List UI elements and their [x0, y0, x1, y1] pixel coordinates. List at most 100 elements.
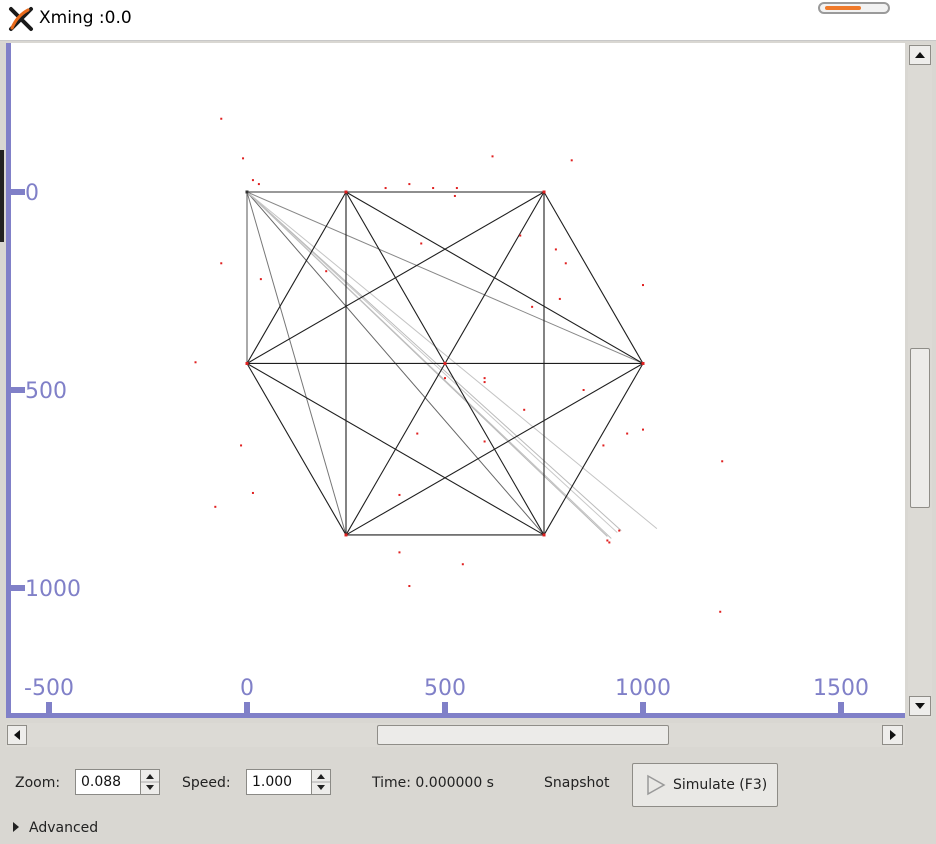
scroll-up-button[interactable]	[909, 45, 931, 65]
speed-stepper-arrows[interactable]	[311, 770, 330, 794]
graph-node	[542, 533, 546, 537]
data-point	[582, 389, 585, 391]
arrow-down-icon	[915, 703, 925, 709]
data-point	[220, 117, 223, 120]
play-icon	[647, 774, 666, 796]
speed-value[interactable]: 1.000	[252, 774, 292, 790]
title-bar: Xming :0.0	[0, 0, 936, 41]
data-point	[558, 297, 561, 300]
x-axis-line	[6, 713, 905, 718]
vertical-scrollbar[interactable]	[908, 44, 932, 718]
data-point	[398, 551, 401, 554]
x-tick-mark	[442, 702, 448, 714]
graph-edge	[246, 191, 347, 364]
zoom-value[interactable]: 0.088	[81, 774, 121, 790]
data-point	[240, 444, 243, 447]
vertical-scroll-thumb[interactable]	[910, 348, 930, 508]
graph-node	[245, 361, 249, 365]
x-tick-mark	[838, 702, 844, 714]
graph-node	[344, 190, 348, 194]
x-tick-label: -500	[24, 676, 74, 701]
expander-arrow-icon	[13, 822, 19, 832]
control-panel: Zoom: 0.088 Speed: 1.000 Time: 0.000000 …	[0, 760, 936, 844]
data-point	[420, 242, 423, 245]
snapshot-button[interactable]: Snapshot	[544, 775, 609, 791]
window-title: Xming :0.0	[39, 8, 132, 28]
y-tick-mark	[11, 585, 25, 591]
graph-edge	[246, 191, 545, 364]
graph-edge	[543, 363, 644, 536]
data-point	[220, 262, 223, 265]
horizontal-scroll-thumb[interactable]	[377, 725, 669, 745]
agent-link	[246, 191, 644, 364]
zoom-label: Zoom:	[15, 775, 61, 791]
x-tick-label: 0	[240, 676, 254, 701]
scroll-left-button[interactable]	[7, 725, 27, 745]
simulation-canvas[interactable]: 0 500 1000 -500 0 500 1000 1500	[6, 43, 905, 718]
data-point	[408, 585, 411, 588]
data-point	[461, 563, 464, 566]
data-point	[214, 505, 217, 508]
speed-spinner[interactable]: 1.000	[246, 769, 331, 795]
arrow-left-icon	[14, 730, 20, 740]
graph-node	[344, 533, 348, 537]
data-point	[721, 460, 724, 463]
data-point	[432, 187, 435, 190]
data-point	[564, 262, 567, 265]
stepper-icon	[312, 774, 330, 790]
x-tick-mark	[640, 702, 646, 714]
graph-edge	[345, 362, 644, 536]
data-point	[384, 187, 387, 190]
arrow-right-icon	[889, 730, 896, 740]
x-tick-mark	[46, 702, 52, 714]
arrow-up-icon	[915, 52, 925, 58]
data-point	[519, 234, 522, 237]
data-point	[251, 491, 254, 494]
graph-edge	[246, 362, 545, 536]
data-point	[491, 155, 494, 158]
y-axis-line	[6, 43, 11, 718]
y-tick-mark	[11, 189, 25, 195]
y-tick-label: 500	[25, 379, 67, 404]
data-point	[251, 179, 254, 182]
graph-edge	[246, 363, 347, 536]
speed-label: Speed:	[182, 775, 231, 791]
data-point	[444, 377, 446, 380]
zoom-stepper-arrows[interactable]	[140, 770, 159, 794]
graph-plot: 0 500 1000 -500 0 500 1000 1500	[6, 43, 905, 718]
advanced-label: Advanced	[29, 820, 99, 836]
graph-node	[641, 361, 645, 365]
data-point	[642, 428, 644, 431]
data-point	[606, 539, 609, 542]
simulate-button[interactable]: Simulate (F3)	[632, 763, 778, 807]
data-point	[570, 159, 573, 162]
x-tick-label: 1500	[813, 676, 869, 701]
time-display: Time: 0.000000 s	[372, 775, 494, 791]
data-point	[719, 610, 722, 613]
graph-node	[542, 190, 546, 194]
data-point	[608, 541, 611, 544]
stepper-icon	[141, 774, 159, 790]
data-point	[602, 444, 605, 447]
data-point	[483, 381, 486, 384]
horizontal-scrollbar[interactable]	[6, 723, 905, 747]
window-control-pill[interactable]	[818, 2, 890, 14]
y-tick-label: 0	[25, 181, 39, 206]
agent-link	[246, 191, 658, 529]
graph-node	[443, 361, 447, 365]
data-point	[398, 493, 401, 496]
x-tick-label: 1000	[615, 676, 671, 701]
scroll-down-button[interactable]	[909, 696, 931, 716]
data-point	[531, 305, 534, 308]
agent-node	[245, 190, 249, 194]
y-tick-label: 1000	[25, 577, 81, 602]
xming-logo-icon	[9, 7, 33, 31]
agent-link	[246, 191, 618, 533]
data-point	[194, 361, 197, 364]
data-point	[259, 278, 262, 281]
x-tick-label: 500	[424, 676, 466, 701]
data-point	[257, 183, 260, 186]
zoom-spinner[interactable]: 0.088	[75, 769, 160, 795]
scroll-right-button[interactable]	[882, 725, 903, 745]
data-point	[618, 529, 621, 532]
